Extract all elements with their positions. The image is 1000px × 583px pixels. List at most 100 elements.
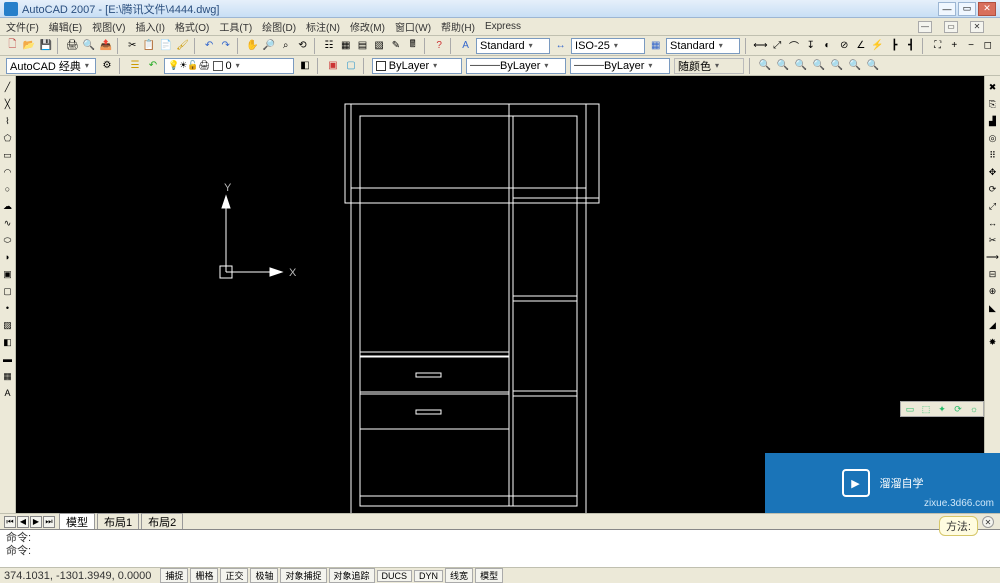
dimstyle-dropdown[interactable]: ISO-25 bbox=[571, 38, 645, 54]
vc-3-icon[interactable]: ✦ bbox=[935, 403, 949, 415]
dim-ordinate-icon[interactable]: ↧ bbox=[803, 38, 818, 54]
tablestyle-icon[interactable]: ▦ bbox=[648, 38, 663, 54]
redo-icon[interactable]: ↷ bbox=[218, 38, 233, 54]
rotate-icon[interactable]: ⟳ bbox=[986, 182, 1000, 196]
vc-1-icon[interactable]: ▭ bbox=[903, 403, 917, 415]
tab-layout2[interactable]: 布局2 bbox=[141, 513, 183, 531]
insert-block-icon[interactable]: ▢ bbox=[343, 58, 359, 74]
point-icon[interactable]: • bbox=[1, 301, 15, 315]
preview-icon[interactable]: 🔍 bbox=[82, 38, 97, 54]
circle-icon[interactable]: ○ bbox=[1, 182, 15, 196]
move-icon[interactable]: ✥ bbox=[986, 165, 1000, 179]
zoom-win-icon[interactable]: ⌕ bbox=[278, 38, 293, 54]
block-icon[interactable]: ▣ bbox=[325, 58, 341, 74]
plotstyle-dropdown[interactable]: 随颜色 bbox=[674, 58, 744, 74]
close-button[interactable]: ✕ bbox=[978, 2, 996, 16]
btn-otrack[interactable]: 对象追踪 bbox=[329, 568, 375, 583]
undo-icon[interactable]: ↶ bbox=[202, 38, 217, 54]
menu-window[interactable]: 窗口(W) bbox=[395, 19, 431, 34]
btn-model[interactable]: 模型 bbox=[475, 568, 503, 583]
quickcalc-icon[interactable]: 🖩 bbox=[405, 38, 420, 54]
copy-icon[interactable]: 📋 bbox=[142, 38, 157, 54]
gradient-icon[interactable]: ◧ bbox=[1, 335, 15, 349]
trim-icon[interactable]: ✂ bbox=[986, 233, 1000, 247]
dyn-close-button[interactable]: ✕ bbox=[982, 516, 994, 528]
makeblk-icon[interactable]: ▢ bbox=[1, 284, 15, 298]
stretch-icon[interactable]: ↔ bbox=[986, 216, 1000, 230]
zoom1-icon[interactable]: 🔍 bbox=[757, 58, 773, 74]
doc-min-button[interactable]: — bbox=[918, 21, 932, 33]
dim-radius-icon[interactable]: ◐ bbox=[820, 38, 835, 54]
vc-4-icon[interactable]: ⟳ bbox=[951, 403, 965, 415]
paste-icon[interactable]: 📄 bbox=[158, 38, 173, 54]
rect-icon[interactable]: ▭ bbox=[1, 148, 15, 162]
join-icon[interactable]: ⊕ bbox=[986, 284, 1000, 298]
minimize-button[interactable]: — bbox=[938, 2, 956, 16]
offset-icon[interactable]: ◎ bbox=[986, 131, 1000, 145]
menu-tools[interactable]: 工具(T) bbox=[219, 19, 252, 34]
textstyle-icon[interactable]: A bbox=[458, 38, 473, 54]
tablestyle-dropdown[interactable]: Standard bbox=[666, 38, 740, 54]
plot-icon[interactable]: 🖨 bbox=[65, 38, 80, 54]
ellipse-icon[interactable]: ⬭ bbox=[1, 233, 15, 247]
workspace-dropdown[interactable]: AutoCAD 经典 bbox=[6, 58, 96, 74]
textstyle-dropdown[interactable]: Standard bbox=[476, 38, 550, 54]
tab-first-button[interactable]: ⏮ bbox=[4, 516, 16, 528]
cut-icon[interactable]: ✂ bbox=[125, 38, 140, 54]
publish-icon[interactable]: 📤 bbox=[98, 38, 113, 54]
dim-angular-icon[interactable]: ∠ bbox=[854, 38, 869, 54]
mirror-icon[interactable]: ▟ bbox=[986, 114, 1000, 128]
dim-baseline-icon[interactable]: ┣ bbox=[887, 38, 902, 54]
zoom-all-icon[interactable]: ◻ bbox=[980, 38, 995, 54]
menu-view[interactable]: 视图(V) bbox=[92, 19, 125, 34]
markup-icon[interactable]: ✎ bbox=[389, 38, 404, 54]
tab-next-button[interactable]: ▶ bbox=[30, 516, 42, 528]
menu-format[interactable]: 格式(O) bbox=[175, 19, 209, 34]
tab-model[interactable]: 模型 bbox=[59, 513, 95, 531]
btn-dyn[interactable]: DYN bbox=[414, 570, 443, 582]
save-icon[interactable]: 💾 bbox=[38, 38, 53, 54]
lineweight-dropdown[interactable]: ——— ByLayer bbox=[570, 58, 670, 74]
zoom-prev-icon[interactable]: ⟲ bbox=[295, 38, 310, 54]
pan-icon[interactable]: ✋ bbox=[245, 38, 260, 54]
btn-lwt[interactable]: 线宽 bbox=[445, 568, 473, 583]
help-icon[interactable]: ? bbox=[432, 38, 447, 54]
drawing-area[interactable]: ╱ ╳ ⌇ ⬠ ▭ ◠ ○ ☁ ∿ ⬭ ◗ ▣ ▢ • ▨ ◧ ▬ ▦ A ✖ … bbox=[0, 76, 1000, 513]
zoom2-icon[interactable]: 🔍 bbox=[775, 58, 791, 74]
mtext-icon[interactable]: A bbox=[1, 386, 15, 400]
menu-edit[interactable]: 编辑(E) bbox=[49, 19, 82, 34]
zoom3-icon[interactable]: 🔍 bbox=[793, 58, 809, 74]
tab-last-button[interactable]: ⏭ bbox=[43, 516, 55, 528]
btn-snap[interactable]: 捕捉 bbox=[160, 568, 188, 583]
open-icon[interactable]: 📂 bbox=[22, 38, 37, 54]
zoom7-icon[interactable]: 🔍 bbox=[865, 58, 881, 74]
ellipsearc-icon[interactable]: ◗ bbox=[1, 250, 15, 264]
toolpalettes-icon[interactable]: ▤ bbox=[355, 38, 370, 54]
menu-draw[interactable]: 绘图(D) bbox=[262, 19, 296, 34]
zoom5-icon[interactable]: 🔍 bbox=[829, 58, 845, 74]
doc-restore-button[interactable]: ▭ bbox=[944, 21, 958, 33]
extend-icon[interactable]: ⟶ bbox=[986, 250, 1000, 264]
menu-modify[interactable]: 修改(M) bbox=[350, 19, 385, 34]
zoom-extents-icon[interactable]: ⛶ bbox=[930, 38, 945, 54]
designcenter-icon[interactable]: ▦ bbox=[338, 38, 353, 54]
btn-grid[interactable]: 栅格 bbox=[190, 568, 218, 583]
dim-diameter-icon[interactable]: ⊘ bbox=[837, 38, 852, 54]
table-icon[interactable]: ▦ bbox=[1, 369, 15, 383]
sheetset-icon[interactable]: ▧ bbox=[372, 38, 387, 54]
properties-icon[interactable]: ☷ bbox=[322, 38, 337, 54]
zoom4-icon[interactable]: 🔍 bbox=[811, 58, 827, 74]
new-icon[interactable]: 🗋 bbox=[5, 38, 20, 54]
command-window[interactable]: 方法: ✕ 命令: 命令: bbox=[0, 529, 1000, 567]
zoom6-icon[interactable]: 🔍 bbox=[847, 58, 863, 74]
menu-insert[interactable]: 插入(I) bbox=[135, 19, 164, 34]
break-icon[interactable]: ⊟ bbox=[986, 267, 1000, 281]
spline-icon[interactable]: ∿ bbox=[1, 216, 15, 230]
insertblk-icon[interactable]: ▣ bbox=[1, 267, 15, 281]
btn-ducs[interactable]: DUCS bbox=[377, 570, 413, 582]
chamfer-icon[interactable]: ◣ bbox=[986, 301, 1000, 315]
hatch-icon[interactable]: ▨ bbox=[1, 318, 15, 332]
matchprop-icon[interactable]: 🖌 bbox=[175, 38, 190, 54]
menu-dimension[interactable]: 标注(N) bbox=[306, 19, 340, 34]
erase-icon[interactable]: ✖ bbox=[986, 80, 1000, 94]
